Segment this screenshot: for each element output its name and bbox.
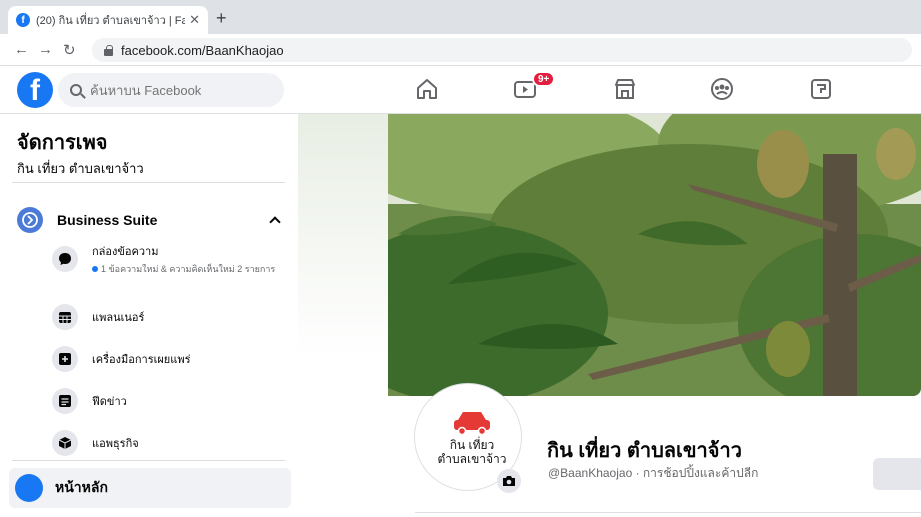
home-page-icon bbox=[15, 474, 43, 502]
tab-close-icon[interactable]: ✕ bbox=[189, 12, 200, 28]
sidebar-item-label: หน้าหลัก bbox=[55, 479, 108, 495]
sidebar-item-label: แอพธุรกิจ bbox=[92, 438, 139, 450]
cover-photo[interactable] bbox=[388, 114, 921, 396]
chat-bubble-icon bbox=[52, 246, 78, 272]
cube-icon bbox=[52, 430, 78, 456]
divider bbox=[415, 512, 921, 513]
divider bbox=[12, 182, 285, 183]
business-suite-row[interactable]: Business Suite bbox=[17, 204, 287, 236]
marketplace-icon[interactable] bbox=[612, 76, 638, 102]
sidebar-item-label: ฟีดข่าว bbox=[92, 396, 127, 408]
sidebar-item-planner[interactable]: แพลนเนอร์ bbox=[52, 304, 144, 330]
divider bbox=[12, 460, 285, 461]
sidebar-item-news-feed[interactable]: ฟีดข่าว bbox=[52, 388, 127, 414]
forward-arrow-icon[interactable]: → bbox=[38, 41, 53, 58]
gaming-icon[interactable] bbox=[808, 76, 834, 102]
tab-title: (20) กิน เที่ยว ตำบลเขาจ้าว | Facebook bbox=[36, 15, 186, 27]
watch-notification-badge: 9+ bbox=[532, 71, 556, 87]
reload-icon[interactable]: ↻ bbox=[63, 41, 76, 59]
calendar-grid-icon bbox=[52, 304, 78, 330]
browser-tab[interactable]: f (20) กิน เที่ยว ตำบลเขาจ้าว | Facebook… bbox=[8, 6, 208, 34]
url-field[interactable]: facebook.com/BaanKhaojao bbox=[92, 38, 912, 62]
profile-picture-text: กิน เที่ยว ตำบลเขาจ้าว bbox=[423, 438, 521, 466]
lock-icon bbox=[104, 44, 113, 56]
business-suite-icon bbox=[17, 207, 43, 233]
new-tab-button[interactable]: + bbox=[216, 8, 227, 29]
profile-picture-inner: กิน เที่ยว ตำบลเขาจ้าว bbox=[423, 392, 513, 482]
sidebar-item-label: เครื่องมือการเผยแพร่ bbox=[92, 354, 191, 366]
facebook-logo-icon[interactable]: f bbox=[17, 72, 53, 108]
sidebar-title: จัดการเพจ bbox=[17, 132, 108, 154]
page-management-sidebar: จัดการเพจ กิน เที่ยว ตำบลเขาจ้าว Busines… bbox=[0, 114, 298, 517]
groups-icon[interactable] bbox=[709, 76, 735, 102]
unread-dot-icon bbox=[92, 266, 98, 272]
page-action-button[interactable] bbox=[873, 458, 921, 490]
camera-icon bbox=[503, 476, 515, 486]
url-text: facebook.com/BaanKhaojao bbox=[121, 42, 284, 58]
durian-tree-image bbox=[388, 114, 921, 396]
publishing-tools-icon bbox=[52, 346, 78, 372]
profile-text-line2: ตำบลเขาจ้าว bbox=[437, 452, 507, 466]
search-box[interactable] bbox=[58, 73, 284, 107]
car-logo-icon bbox=[454, 412, 490, 436]
sidebar-item-label: แพลนเนอร์ bbox=[92, 312, 145, 324]
back-arrow-icon[interactable]: ← bbox=[14, 41, 29, 58]
search-input[interactable] bbox=[90, 82, 270, 98]
page-title: กิน เที่ยว ตำบลเขาจ้าว bbox=[547, 440, 742, 462]
sidebar-item-business-apps[interactable]: แอพธุรกิจ bbox=[52, 430, 139, 456]
browser-tab-bar: f (20) กิน เที่ยว ตำบลเขาจ้าว | Facebook… bbox=[0, 0, 921, 34]
search-icon bbox=[70, 84, 82, 96]
business-suite-label: Business Suite bbox=[57, 212, 158, 228]
facebook-favicon-icon: f bbox=[16, 13, 30, 27]
update-profile-photo-button[interactable] bbox=[497, 469, 521, 493]
address-bar: ← → ↻ facebook.com/BaanKhaojao bbox=[0, 34, 921, 66]
facebook-header: f bbox=[0, 66, 921, 114]
home-icon[interactable] bbox=[414, 76, 440, 102]
sidebar-item-home[interactable]: หน้าหลัก bbox=[9, 468, 291, 508]
chevron-up-icon[interactable] bbox=[269, 216, 281, 228]
inbox-sub-label: 1 ข้อความใหม่ & ความคิดเห็นใหม่ 2 รายการ bbox=[101, 264, 276, 274]
profile-text-line1: กิน เที่ยว bbox=[449, 438, 495, 452]
sidebar-page-name: กิน เที่ยว ตำบลเขาจ้าว bbox=[17, 161, 144, 176]
inbox-notification-text: 1 ข้อความใหม่ & ความคิดเห็นใหม่ 2 รายการ bbox=[92, 263, 292, 275]
page-handle-category: @BaanKhaojao · การช้อปปิ้งและค้าปลีก bbox=[548, 466, 759, 480]
sidebar-item-publishing-tools[interactable]: เครื่องมือการเผยแพร่ bbox=[52, 346, 191, 372]
logo-letter: f bbox=[30, 74, 40, 107]
sidebar-item-inbox[interactable]: กล่องข้อความ 1 ข้อความใหม่ & ความคิดเห็น… bbox=[52, 242, 292, 275]
sidebar-item-label: กล่องข้อความ bbox=[92, 246, 159, 258]
news-feed-icon bbox=[52, 388, 78, 414]
